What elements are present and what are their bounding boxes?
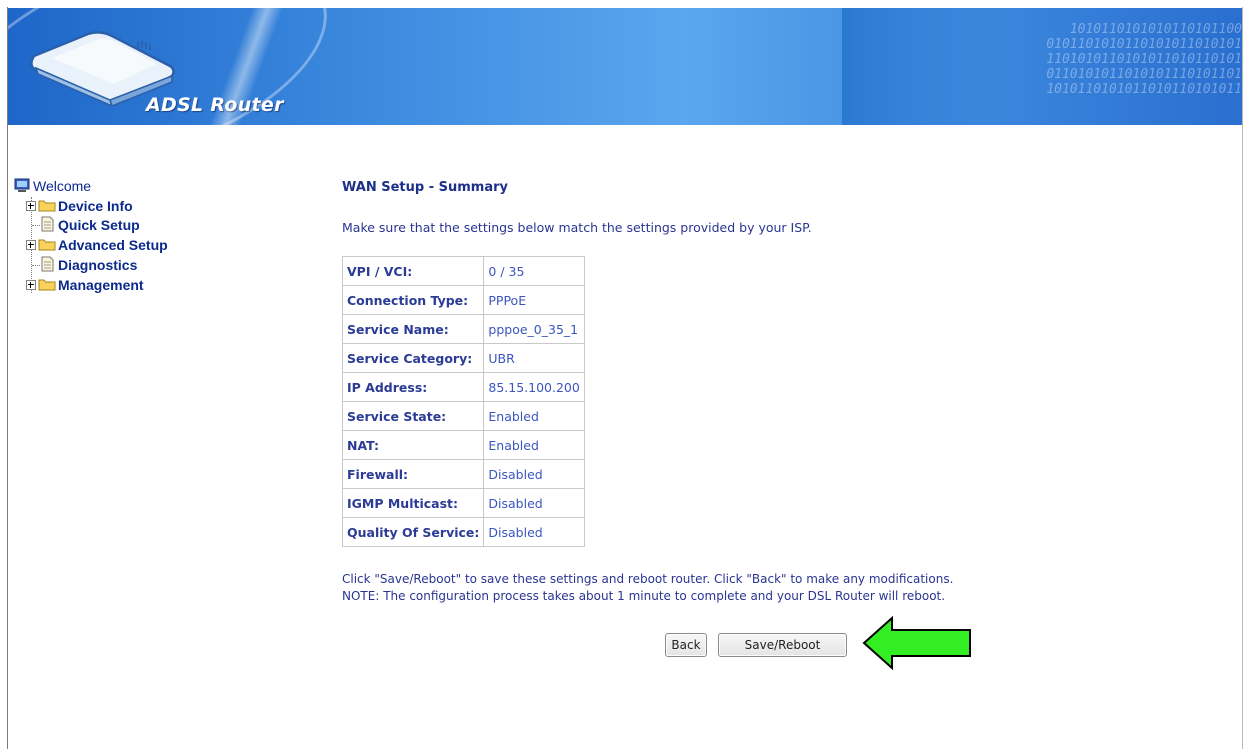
- sidebar-item-label[interactable]: Advanced Setup: [58, 236, 168, 254]
- sidebar-item-label[interactable]: Device Info: [58, 197, 133, 215]
- sidebar-item-label[interactable]: Quick Setup: [58, 216, 140, 234]
- row-value: Disabled: [483, 488, 585, 518]
- instructions-note: Click "Save/Reboot" to save these settin…: [342, 571, 953, 605]
- expand-icon[interactable]: [26, 280, 36, 290]
- row-key: Service Category:: [341, 343, 485, 373]
- row-value: PPPoE: [483, 285, 585, 315]
- summary-table: VPI / VCI: 0 / 35 Connection Type: PPPoE…: [341, 256, 585, 547]
- computer-icon: [14, 178, 30, 192]
- table-row: Quality Of Service: Disabled: [341, 517, 585, 547]
- row-value: Enabled: [483, 430, 585, 460]
- row-key: IGMP Multicast:: [341, 488, 485, 518]
- row-value: UBR: [483, 343, 585, 373]
- folder-icon: [38, 279, 56, 291]
- back-button[interactable]: Back: [665, 633, 707, 657]
- row-key: Service State:: [341, 401, 485, 431]
- page-title: WAN Setup - Summary: [342, 180, 508, 195]
- row-value: Enabled: [483, 401, 585, 431]
- row-key: Service Name:: [341, 314, 485, 344]
- row-key: Quality Of Service:: [341, 517, 485, 547]
- table-row: VPI / VCI: 0 / 35: [341, 256, 585, 286]
- row-key: VPI / VCI:: [341, 256, 485, 286]
- table-row: Service Category: UBR: [341, 343, 585, 373]
- intro-text: Make sure that the settings below match …: [342, 220, 812, 235]
- folder-icon: [38, 239, 56, 251]
- note-line-1: Click "Save/Reboot" to save these settin…: [342, 572, 954, 586]
- row-value: 0 / 35: [483, 256, 585, 286]
- save-reboot-button[interactable]: Save/Reboot: [718, 633, 847, 657]
- table-row: NAT: Enabled: [341, 430, 585, 460]
- table-row: Service Name: pppoe_0_35_1: [341, 314, 585, 344]
- document-icon: [41, 216, 54, 232]
- row-key: Firewall:: [341, 459, 485, 489]
- sidebar-item-label[interactable]: Welcome: [33, 177, 91, 195]
- folder-icon: [38, 200, 56, 212]
- table-row: Connection Type: PPPoE: [341, 285, 585, 315]
- row-key: NAT:: [341, 430, 485, 460]
- frame-right-border: [1242, 7, 1243, 749]
- header-banner: 1010110101010110101100 01011010101101010…: [8, 8, 1242, 125]
- table-row: Service State: Enabled: [341, 401, 585, 431]
- table-row: IP Address: 85.15.100.200: [341, 372, 585, 402]
- note-line-2: NOTE: The configuration process takes ab…: [342, 589, 946, 603]
- row-key: Connection Type:: [341, 285, 485, 315]
- row-value: pppoe_0_35_1: [483, 314, 585, 344]
- table-row: Firewall: Disabled: [341, 459, 585, 489]
- sidebar-item-label[interactable]: Diagnostics: [58, 256, 137, 274]
- row-key: IP Address:: [341, 372, 485, 402]
- expand-icon[interactable]: [26, 201, 36, 211]
- brand-title: ADSL Router: [146, 94, 284, 116]
- pointer-arrow-icon: [862, 616, 971, 670]
- table-row: IGMP Multicast: Disabled: [341, 488, 585, 518]
- expand-icon[interactable]: [26, 240, 36, 250]
- sidebar-item-label[interactable]: Management: [58, 276, 144, 294]
- document-icon: [41, 256, 54, 272]
- row-value: Disabled: [483, 459, 585, 489]
- row-value: Disabled: [483, 517, 585, 547]
- row-value: 85.15.100.200: [483, 372, 585, 402]
